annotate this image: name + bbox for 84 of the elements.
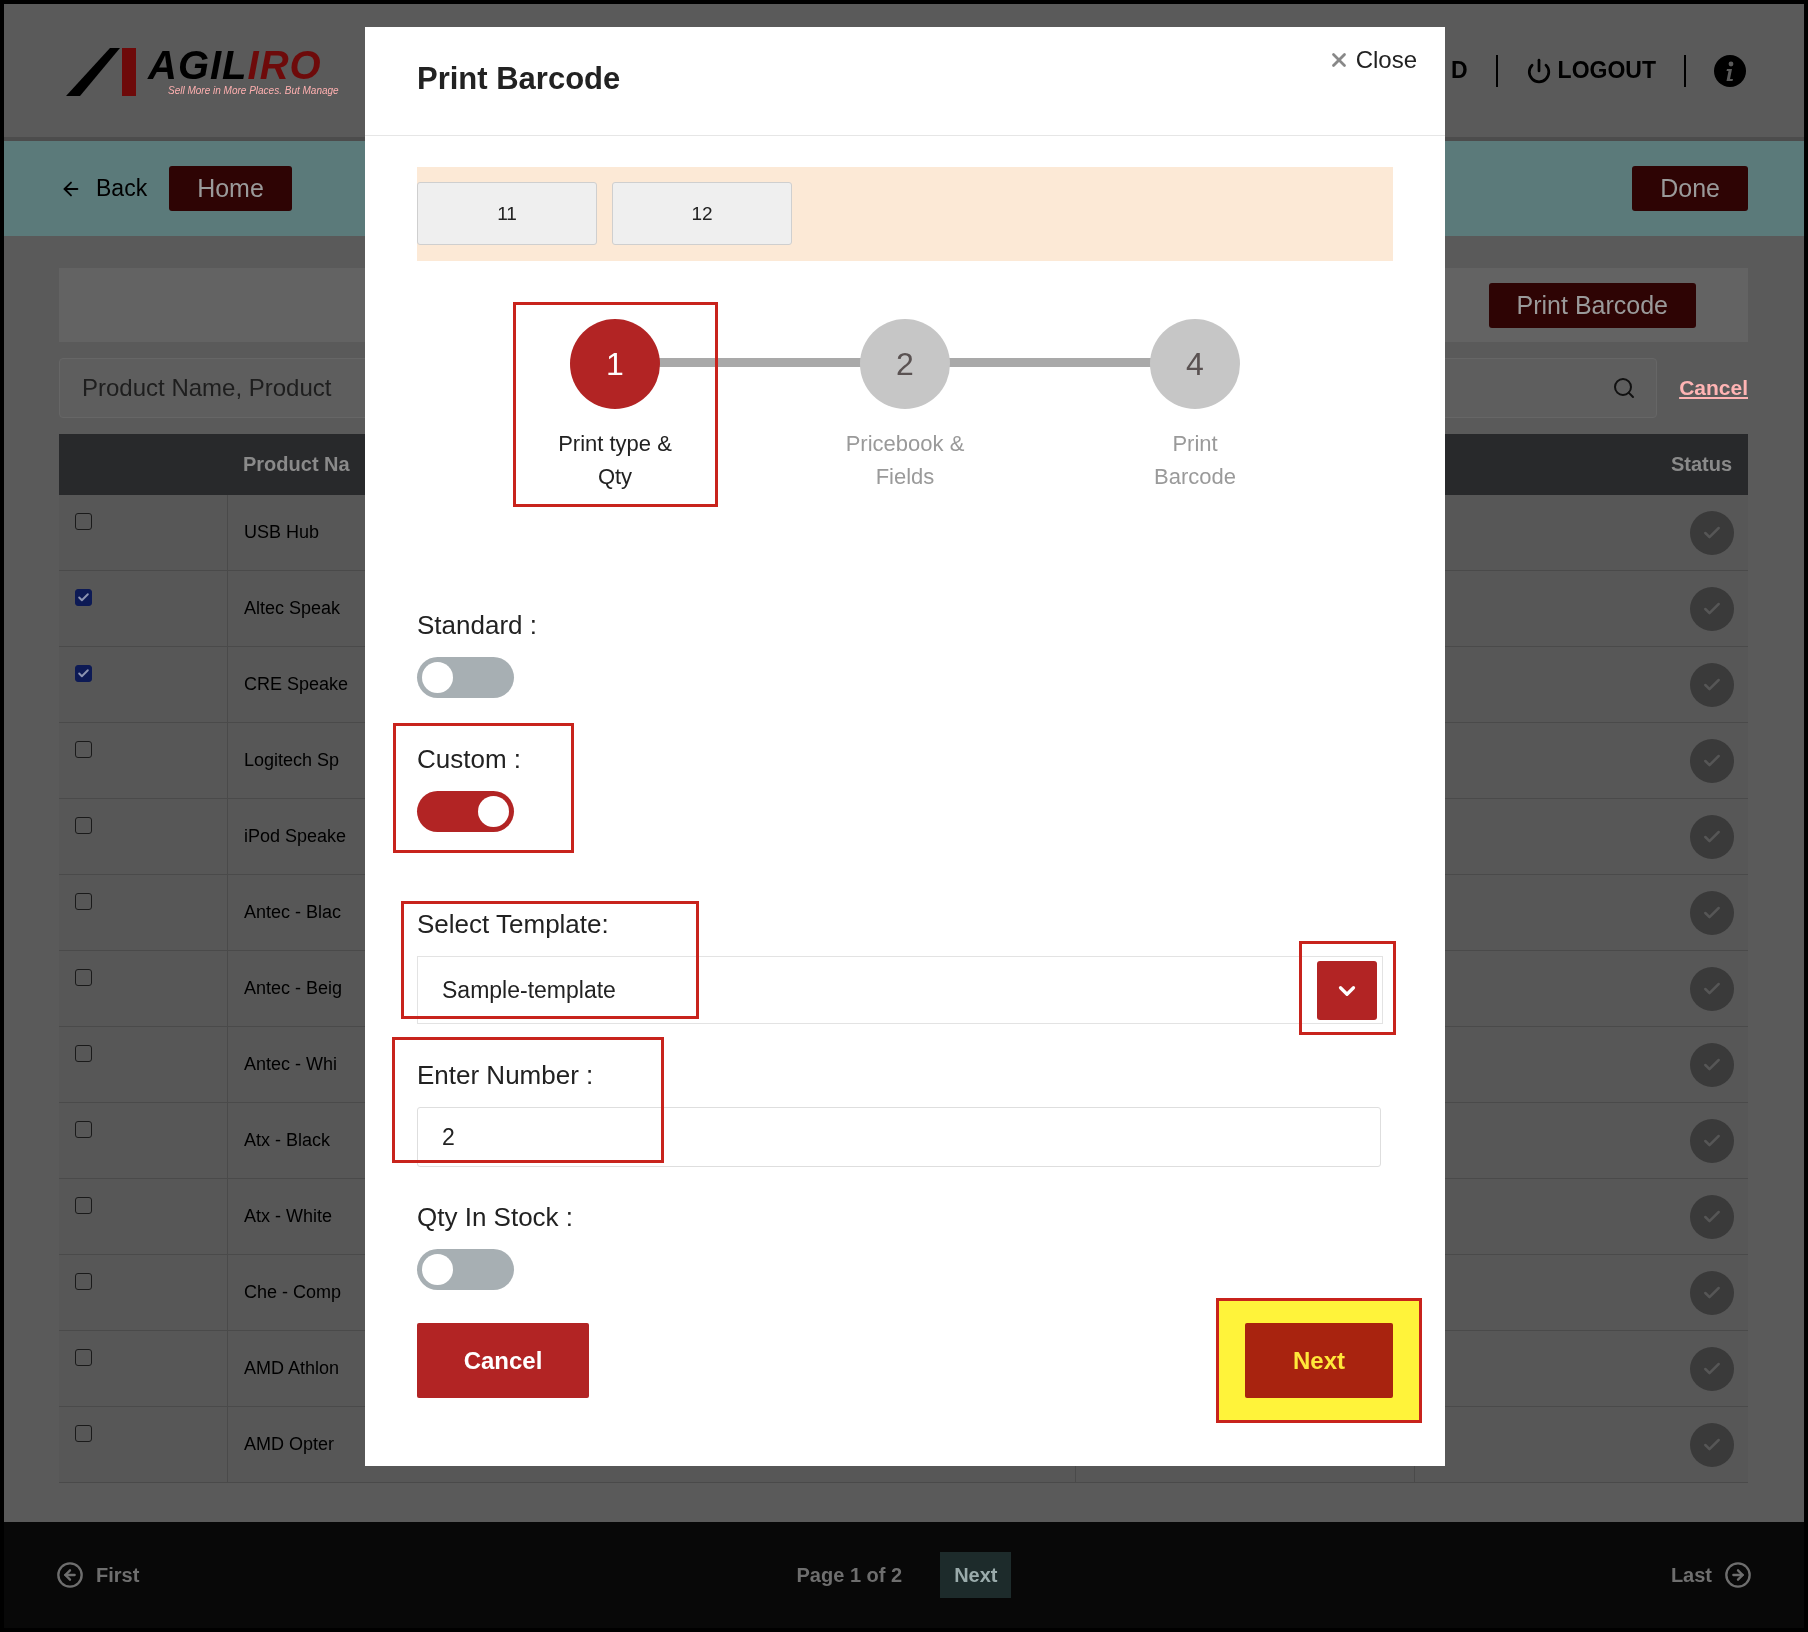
check-circle-icon — [1690, 662, 1734, 707]
field-label: Qty In Stock : — [417, 1201, 575, 1233]
last-page-link[interactable]: Last — [1670, 1561, 1752, 1589]
row-checkbox[interactable] — [75, 817, 92, 834]
item-chip[interactable]: 11 — [417, 182, 597, 245]
logo-tagline: Sell More in More Places. But Manage — [167, 85, 339, 96]
table-cell: AMD Opter — [244, 1434, 335, 1455]
check-circle-icon — [1690, 966, 1734, 1011]
check-circle-icon — [1690, 1042, 1734, 1087]
step-label: Pricebook & Fields — [844, 430, 966, 491]
check-icon — [77, 667, 90, 680]
search-icon[interactable] — [1612, 376, 1636, 400]
row-checkbox[interactable] — [75, 1197, 92, 1214]
step-circle[interactable]: 4 — [1150, 319, 1240, 409]
logo-text: AGILIRO — [148, 45, 322, 85]
arrow-right-circle-icon — [1724, 1561, 1752, 1589]
print-barcode-button[interactable]: Print Barcode — [1488, 282, 1696, 328]
check-circle-icon — [1690, 814, 1734, 859]
back-link[interactable]: Back — [60, 175, 148, 202]
step-label: Print Barcode — [1153, 430, 1237, 491]
check-circle-icon — [1690, 1270, 1734, 1315]
step-circle[interactable]: 1 — [570, 319, 660, 409]
toggle-switch[interactable] — [417, 657, 514, 698]
done-button[interactable]: Done — [1632, 166, 1748, 211]
check-circle-icon — [1690, 510, 1734, 555]
table-cell: Antec - Beig — [244, 978, 343, 999]
table-cell: iPod Speake — [244, 826, 347, 847]
field-label: Custom : — [417, 743, 523, 775]
table-cell: Antec - Whi — [244, 1054, 338, 1075]
row-checkbox[interactable] — [75, 1425, 92, 1442]
select-value: Sample-template — [442, 976, 616, 1004]
field-label: Standard : — [417, 609, 538, 641]
check-circle-icon — [1690, 890, 1734, 935]
table-cell: Altec Speak — [244, 598, 341, 619]
template-select[interactable]: Sample-template — [417, 956, 1383, 1024]
info-icon[interactable] — [1714, 54, 1746, 87]
check-circle-icon — [1690, 1194, 1734, 1239]
page-indicator: Page 1 of 2 — [796, 1563, 903, 1587]
check-circle-icon — [1690, 586, 1734, 631]
cancel-button[interactable]: Cancel — [417, 1323, 589, 1398]
row-checkbox[interactable] — [75, 1273, 92, 1290]
cancel-link[interactable]: Cancel — [1679, 376, 1748, 400]
table-cell: USB Hub — [244, 522, 320, 543]
row-checkbox[interactable] — [75, 589, 92, 606]
column-header: Product Na — [242, 453, 351, 476]
check-circle-icon — [1690, 1346, 1734, 1391]
logo-mark-icon — [66, 45, 138, 96]
row-checkbox[interactable] — [75, 1045, 92, 1062]
row-checkbox[interactable] — [75, 741, 92, 758]
dialog-title: Print Barcode — [417, 61, 622, 97]
item-chip[interactable]: 12 — [612, 182, 792, 245]
next-page-button[interactable]: Next — [940, 1552, 1012, 1598]
home-button[interactable]: Home — [169, 166, 292, 211]
column-header: Status — [1669, 453, 1733, 476]
next-button[interactable]: Next — [1245, 1323, 1393, 1398]
row-checkbox[interactable] — [75, 969, 92, 986]
arrow-left-circle-icon — [56, 1561, 84, 1589]
field-label: Select Template: — [417, 908, 610, 940]
row-checkbox[interactable] — [75, 1349, 92, 1366]
row-checkbox[interactable] — [75, 513, 92, 530]
row-checkbox[interactable] — [75, 665, 92, 682]
check-icon — [77, 591, 90, 604]
dropdown-button[interactable] — [1317, 961, 1377, 1020]
toggle-switch[interactable] — [417, 1249, 514, 1290]
table-cell: AMD Athlon — [244, 1358, 340, 1379]
check-circle-icon — [1690, 738, 1734, 783]
table-cell: Atx - White — [244, 1206, 332, 1227]
field-label: Enter Number : — [417, 1059, 595, 1091]
close-button[interactable]: Close — [1321, 45, 1423, 75]
row-checkbox[interactable] — [75, 893, 92, 910]
first-page-link[interactable]: First — [56, 1561, 140, 1589]
table-cell: Logitech Sp — [244, 750, 340, 771]
table-cell: CRE Speake — [244, 674, 349, 695]
table-cell: Che - Comp — [244, 1282, 342, 1303]
table-cell: Antec - Blac — [244, 902, 342, 923]
toggle-switch[interactable] — [417, 791, 514, 832]
table-cell: Atx - Black — [244, 1130, 331, 1151]
check-circle-icon — [1690, 1422, 1734, 1467]
row-checkbox[interactable] — [75, 1121, 92, 1138]
step-circle[interactable]: 2 — [860, 319, 950, 409]
step-label: Print type & Qty — [557, 430, 673, 491]
power-icon — [1525, 57, 1552, 84]
check-circle-icon — [1690, 1118, 1734, 1163]
number-input[interactable]: 2 — [417, 1107, 1381, 1167]
